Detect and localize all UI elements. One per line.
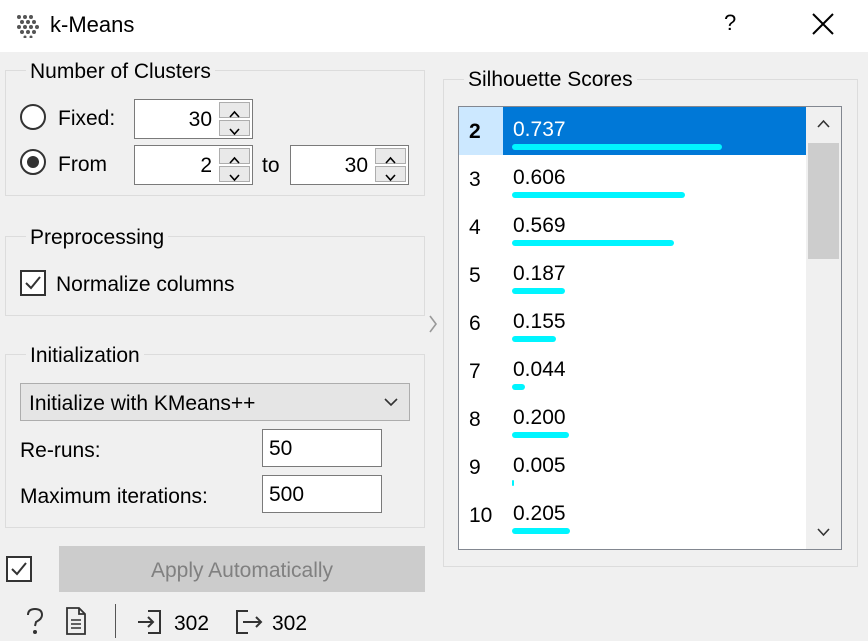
silhouette-score: 0.569 bbox=[513, 214, 566, 237]
scrollbar-thumb[interactable] bbox=[808, 143, 839, 259]
normalize-label: Normalize columns bbox=[56, 273, 235, 296]
footer-separator bbox=[115, 604, 116, 638]
normalize-checkbox[interactable] bbox=[20, 270, 46, 296]
score-bar bbox=[512, 384, 525, 390]
cluster-count: 3 bbox=[469, 168, 481, 191]
score-bar bbox=[512, 432, 569, 438]
score-bar bbox=[512, 288, 565, 294]
from-radio[interactable] bbox=[20, 149, 46, 175]
checkmark-icon bbox=[25, 276, 41, 290]
silhouette-score: 0.737 bbox=[513, 118, 566, 141]
chevron-right-icon[interactable] bbox=[425, 312, 441, 336]
from-value: 2 bbox=[200, 154, 212, 177]
silhouette-score: 0.606 bbox=[513, 166, 566, 189]
input-count: 302 bbox=[174, 612, 210, 635]
cluster-count: 6 bbox=[469, 312, 481, 335]
to-decrement-button[interactable] bbox=[375, 166, 406, 182]
fixed-radio[interactable] bbox=[20, 104, 46, 130]
fixed-value: 30 bbox=[188, 108, 212, 131]
init-method-dropdown[interactable]: Initialize with KMeans++ bbox=[20, 383, 410, 421]
chevron-down-icon bbox=[384, 398, 398, 407]
silhouette-list[interactable]: 2 0.737 3 0.606 4 0.569 5 0.187 6 0.155 7 0.044 8 0.2… bbox=[458, 106, 842, 550]
kmeans-dots-icon bbox=[17, 15, 39, 38]
maxiter-label: Maximum iterations: bbox=[20, 485, 208, 508]
init-method-value: Initialize with KMeans++ bbox=[29, 392, 256, 415]
from-label: From bbox=[58, 153, 107, 176]
apply-auto-checkbox[interactable] bbox=[6, 556, 32, 582]
help-icon[interactable] bbox=[22, 606, 48, 636]
from-decrement-button[interactable] bbox=[219, 166, 250, 182]
to-label: to bbox=[262, 154, 280, 177]
silhouette-score: 0.044 bbox=[513, 358, 566, 381]
chevron-up-icon bbox=[817, 119, 830, 128]
silhouette-group-title: Silhouette Scores bbox=[464, 68, 637, 92]
cluster-count: 10 bbox=[469, 504, 493, 527]
silhouette-row[interactable]: 8 0.200 bbox=[459, 395, 806, 443]
from-spinbox[interactable]: 2 bbox=[134, 145, 253, 185]
silhouette-score: 0.005 bbox=[513, 454, 566, 477]
title-bar: k-Means ? bbox=[0, 0, 868, 52]
cluster-count: 7 bbox=[469, 360, 481, 383]
scroll-down-button[interactable] bbox=[806, 515, 841, 549]
score-bar bbox=[512, 480, 514, 486]
apply-button[interactable]: Apply Automatically bbox=[59, 546, 425, 592]
vertical-scrollbar[interactable] bbox=[806, 107, 841, 549]
score-bar bbox=[512, 192, 685, 198]
silhouette-row[interactable]: 2 0.737 bbox=[459, 107, 806, 155]
output-count: 302 bbox=[272, 612, 308, 635]
output-icon bbox=[236, 610, 263, 634]
silhouette-row[interactable]: 9 0.005 bbox=[459, 443, 806, 491]
score-bar bbox=[512, 336, 556, 342]
from-increment-button[interactable] bbox=[219, 148, 250, 164]
to-spinbox[interactable]: 30 bbox=[290, 145, 409, 185]
fixed-spinbox[interactable]: 30 bbox=[134, 99, 253, 139]
to-increment-button[interactable] bbox=[375, 148, 406, 164]
maxiter-input[interactable]: 500 bbox=[262, 475, 382, 513]
fixed-label: Fixed: bbox=[58, 107, 116, 130]
fixed-decrement-button[interactable] bbox=[219, 120, 250, 136]
radio-selected-dot bbox=[27, 156, 39, 168]
silhouette-row[interactable]: 7 0.044 bbox=[459, 347, 806, 395]
silhouette-score: 0.205 bbox=[513, 502, 566, 525]
silhouette-row[interactable]: 3 0.606 bbox=[459, 155, 806, 203]
input-icon bbox=[138, 610, 161, 634]
clusters-group-title: Number of Clusters bbox=[26, 60, 215, 84]
silhouette-score: 0.187 bbox=[513, 262, 566, 285]
cluster-count: 9 bbox=[469, 456, 481, 479]
score-bar bbox=[512, 240, 674, 246]
close-icon[interactable] bbox=[810, 11, 836, 37]
silhouette-score: 0.155 bbox=[513, 310, 566, 333]
reruns-input[interactable]: 50 bbox=[262, 429, 382, 467]
score-bar bbox=[512, 528, 570, 534]
initialization-group-title: Initialization bbox=[26, 344, 144, 368]
silhouette-row[interactable]: 4 0.569 bbox=[459, 203, 806, 251]
score-bar bbox=[512, 144, 722, 150]
reruns-label: Re-runs: bbox=[20, 439, 101, 462]
silhouette-row[interactable]: 6 0.155 bbox=[459, 299, 806, 347]
preprocessing-group-title: Preprocessing bbox=[26, 226, 169, 250]
silhouette-row[interactable]: 5 0.187 bbox=[459, 251, 806, 299]
chevron-down-icon bbox=[817, 528, 830, 537]
report-icon[interactable] bbox=[64, 606, 88, 636]
cluster-count: 2 bbox=[459, 107, 503, 155]
scroll-up-button[interactable] bbox=[806, 107, 841, 141]
checkmark-icon bbox=[11, 562, 27, 576]
cluster-count: 5 bbox=[469, 264, 481, 287]
fixed-increment-button[interactable] bbox=[219, 102, 250, 118]
silhouette-score: 0.200 bbox=[513, 406, 566, 429]
help-button[interactable]: ? bbox=[724, 10, 736, 36]
window-title: k-Means bbox=[50, 12, 135, 37]
to-value: 30 bbox=[344, 154, 368, 177]
cluster-count: 4 bbox=[469, 216, 481, 239]
silhouette-row[interactable]: 10 0.205 bbox=[459, 491, 806, 539]
cluster-count: 8 bbox=[469, 408, 481, 431]
